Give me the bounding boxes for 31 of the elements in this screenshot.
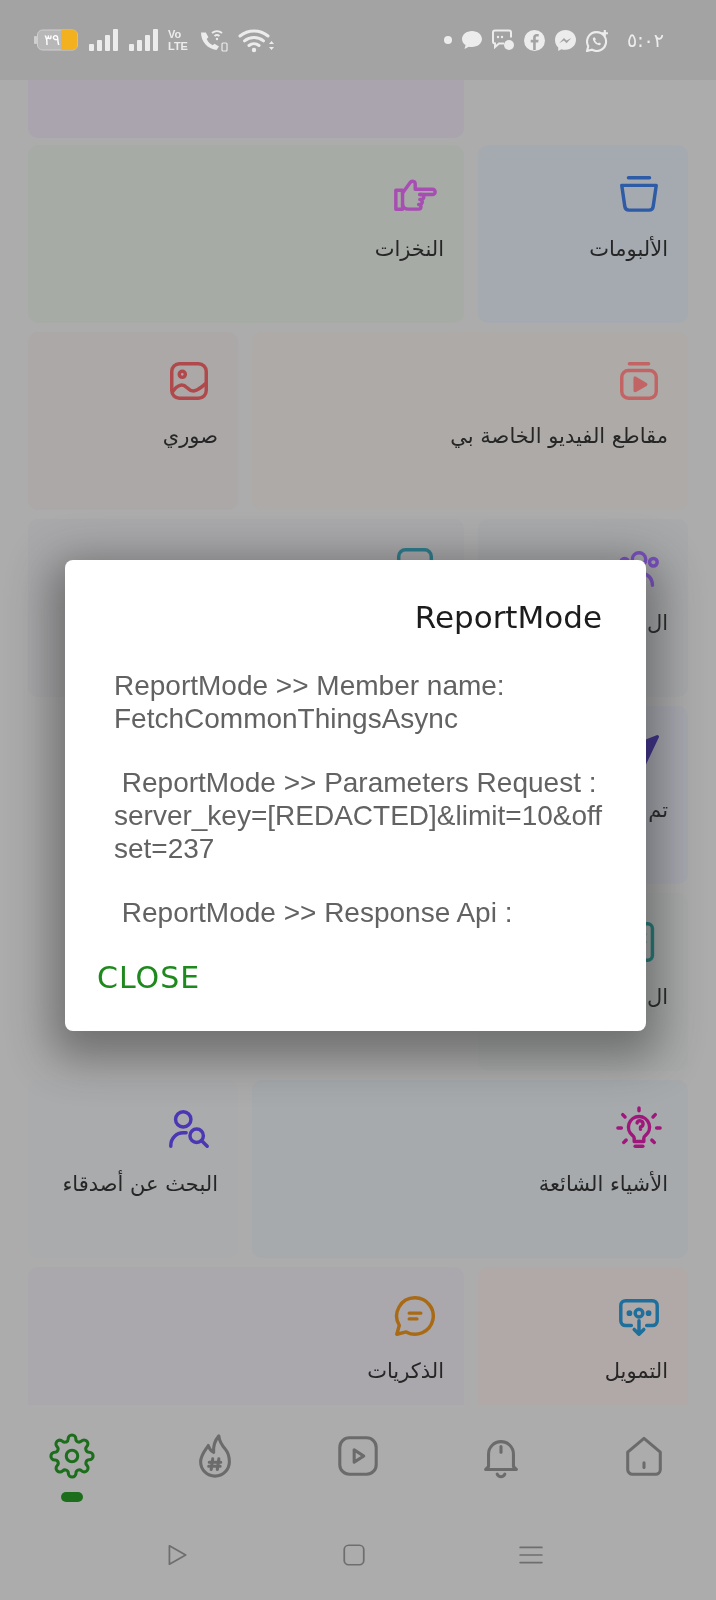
clock-text: ٥:٠٢ bbox=[626, 29, 664, 51]
chat-icon bbox=[392, 1293, 438, 1339]
menu-tile[interactable]: الألبومات bbox=[478, 145, 688, 323]
chat-icon bbox=[491, 29, 514, 51]
square-icon bbox=[341, 1542, 367, 1568]
chat-bubble-icon bbox=[461, 30, 482, 50]
report-text: ReportMode >> Parameters Request : server_key=[REDACTED]&limit=10&offset=237 bbox=[114, 766, 604, 865]
dot-icon bbox=[443, 36, 452, 44]
menu-tile[interactable]: الذكريات bbox=[28, 1267, 464, 1405]
menu-tile[interactable]: مقاطع الفيديو الخاصة بي bbox=[252, 332, 688, 510]
menu-tile[interactable]: النخزات bbox=[28, 145, 464, 323]
report-text: ReportMode >> Response Api : bbox=[120, 896, 514, 929]
phone-bubble-icon bbox=[585, 28, 609, 52]
battery-text: ٣٩ bbox=[44, 30, 61, 50]
dialog-title: ReportMode bbox=[413, 598, 603, 637]
report-text: ReportMode >> Member name: FetchCommonThingsAsync bbox=[114, 669, 506, 735]
close-button[interactable]: CLOSE bbox=[89, 960, 209, 996]
settings-icon bbox=[48, 1433, 95, 1479]
network-label: LTE bbox=[168, 40, 188, 52]
menu-tile[interactable]: الأشياء الشائعة bbox=[252, 1080, 688, 1258]
signal-icon bbox=[128, 29, 158, 51]
menu-tile[interactable]: التمويل bbox=[478, 1267, 688, 1405]
network-label: Vo bbox=[168, 28, 183, 40]
lightning-bubble-icon bbox=[554, 29, 576, 51]
signal-icon bbox=[88, 29, 118, 51]
menu-tile[interactable]: صوري bbox=[28, 332, 238, 510]
indicator-icon bbox=[60, 1492, 83, 1502]
wifi-icon bbox=[237, 27, 274, 53]
battery-icon bbox=[34, 29, 78, 51]
f-circle-icon bbox=[523, 29, 545, 51]
play-icon bbox=[335, 1433, 381, 1479]
